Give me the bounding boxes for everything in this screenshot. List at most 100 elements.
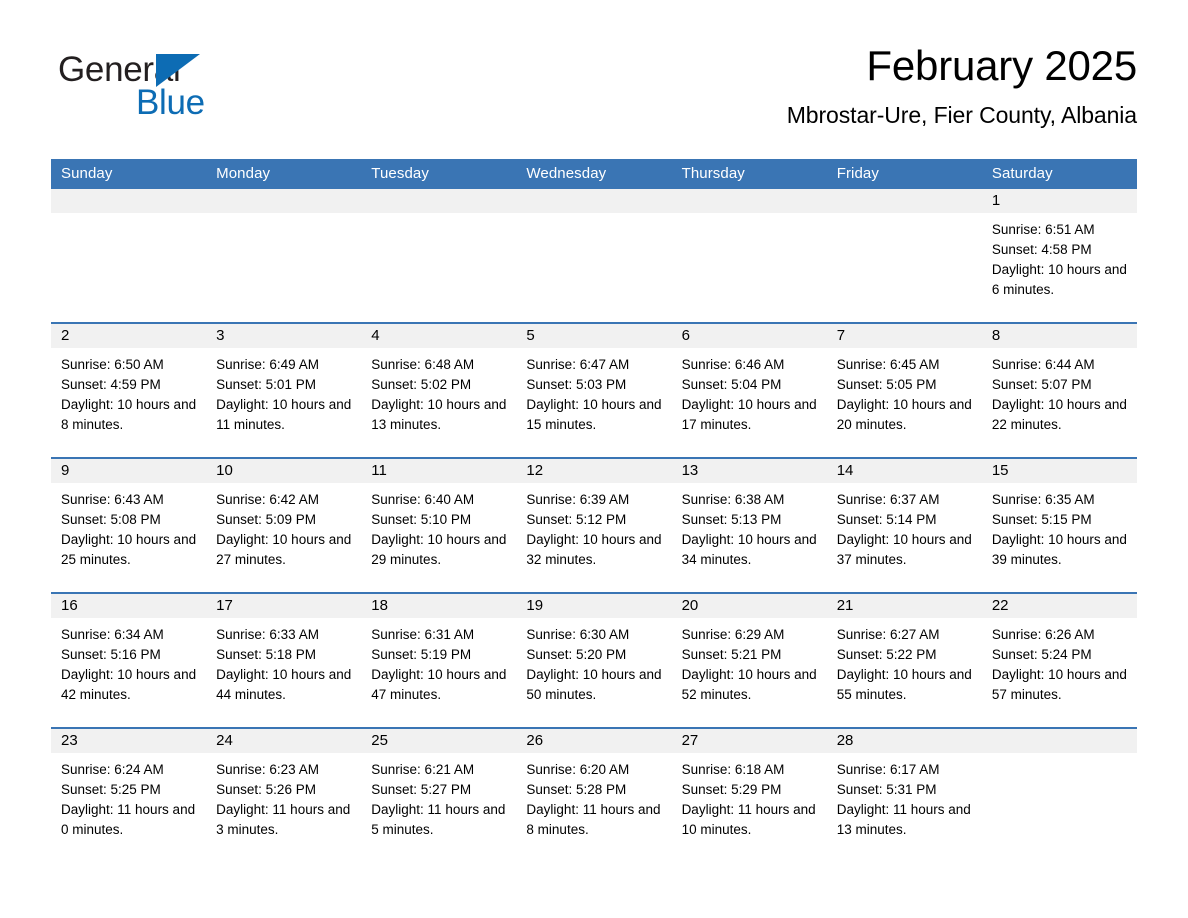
calendar-day-cell[interactable]: 10 Sunrise: 6:42 AM Sunset: 5:09 PM Dayligh…	[206, 457, 362, 593]
daylight-text: Daylight: 10 hours and 39 minutes.	[991, 532, 1127, 567]
day-number: 3	[206, 324, 362, 348]
daylight-text: Daylight: 10 hours and 44 minutes.	[216, 667, 352, 702]
sunset-text: Sunset: 5:19 PM	[371, 647, 472, 662]
day-details: Sunrise: 6:38 AM Sunset: 5:13 PM Daylight:…	[672, 483, 827, 570]
weekday-header-friday: Friday	[826, 159, 982, 189]
sunset-text: Sunset: 5:01 PM	[216, 377, 316, 392]
daylight-text: Daylight: 10 hours and 57 minutes.	[991, 667, 1127, 702]
sunrise-text: Sunrise: 6:31 AM	[371, 627, 475, 642]
calendar-day-cell[interactable]: 14 Sunrise: 6:37 AM Sunset: 5:14 PM Dayligh…	[826, 457, 982, 593]
calendar-empty-cell	[516, 189, 672, 323]
calendar-day-cell[interactable]: 3 Sunrise: 6:49 AM Sunset: 5:01 PM Daylight…	[206, 322, 362, 458]
day-number: 25	[361, 729, 517, 753]
title-block: February 2025 Mbrostar-Ure, Fier County,…	[787, 40, 1137, 129]
sunrise-text: Sunrise: 6:40 AM	[371, 492, 475, 507]
daylight-text: Daylight: 11 hours and 13 minutes.	[836, 802, 971, 837]
day-number: 11	[361, 459, 517, 483]
calendar-empty-cell	[361, 189, 517, 323]
calendar-day-cell[interactable]: 8 Sunrise: 6:44 AM Sunset: 5:07 PM Daylight…	[981, 322, 1137, 458]
day-number: 14	[826, 459, 982, 483]
calendar-day-cell[interactable]: 7 Sunrise: 6:45 AM Sunset: 5:05 PM Daylight…	[826, 322, 982, 458]
weekday-header-saturday: Saturday	[981, 159, 1137, 189]
calendar-week-row: 23 Sunrise: 6:24 AM Sunset: 5:25 PM Dayligh…	[51, 727, 1137, 862]
day-number: 8	[981, 324, 1137, 348]
calendar-day-cell[interactable]: 27 Sunrise: 6:18 AM Sunset: 5:29 PM Dayligh…	[671, 727, 827, 862]
sunrise-text: Sunrise: 6:17 AM	[836, 762, 940, 777]
sunrise-text: Sunrise: 6:45 AM	[836, 357, 940, 372]
calendar-day-cell[interactable]: 26 Sunrise: 6:20 AM Sunset: 5:28 PM Dayligh…	[516, 727, 672, 862]
calendar-day-cell[interactable]: 18 Sunrise: 6:31 AM Sunset: 5:19 PM Dayligh…	[361, 592, 517, 728]
calendar-day-cell[interactable]: 24 Sunrise: 6:23 AM Sunset: 5:26 PM Dayligh…	[206, 727, 362, 862]
day-number: 2	[51, 324, 207, 348]
calendar-day-cell[interactable]: 1 Sunrise: 6:51 AM Sunset: 4:58 PM Daylight…	[981, 189, 1137, 323]
daylight-text: Daylight: 10 hours and 22 minutes.	[991, 397, 1127, 432]
day-details: Sunrise: 6:35 AM Sunset: 5:15 PM Daylight:…	[982, 483, 1137, 570]
calendar-day-cell[interactable]: 9 Sunrise: 6:43 AM Sunset: 5:08 PM Daylight…	[51, 457, 207, 593]
sunrise-text: Sunrise: 6:21 AM	[371, 762, 475, 777]
sunrise-text: Sunrise: 6:20 AM	[526, 762, 630, 777]
calendar-empty-cell	[671, 189, 827, 323]
sunrise-text: Sunrise: 6:51 AM	[991, 222, 1095, 237]
calendar-week-row: 2 Sunrise: 6:50 AM Sunset: 4:59 PM Daylight…	[51, 322, 1137, 458]
calendar-day-cell[interactable]: 12 Sunrise: 6:39 AM Sunset: 5:12 PM Dayligh…	[516, 457, 672, 593]
sunset-text: Sunset: 4:59 PM	[61, 377, 161, 392]
calendar-day-cell[interactable]: 6 Sunrise: 6:46 AM Sunset: 5:04 PM Daylight…	[671, 322, 827, 458]
day-number: 19	[516, 594, 672, 618]
day-details: Sunrise: 6:49 AM Sunset: 5:01 PM Daylight:…	[206, 348, 361, 435]
sunset-text: Sunset: 5:13 PM	[681, 512, 782, 527]
calendar-day-cell[interactable]: 2 Sunrise: 6:50 AM Sunset: 4:59 PM Daylight…	[51, 322, 207, 458]
calendar-day-cell[interactable]: 15 Sunrise: 6:35 AM Sunset: 5:15 PM Dayligh…	[981, 457, 1137, 593]
sunrise-text: Sunrise: 6:43 AM	[61, 492, 164, 507]
weekday-header-tuesday: Tuesday	[361, 159, 517, 189]
sunset-text: Sunset: 5:25 PM	[61, 782, 161, 797]
daylight-text: Daylight: 10 hours and 47 minutes.	[371, 667, 507, 702]
daylight-text: Daylight: 11 hours and 3 minutes.	[216, 802, 351, 837]
day-number: 22	[981, 594, 1137, 618]
day-details: Sunrise: 6:40 AM Sunset: 5:10 PM Daylight:…	[361, 483, 516, 570]
calendar-day-cell[interactable]: 13 Sunrise: 6:38 AM Sunset: 5:13 PM Dayligh…	[671, 457, 827, 593]
page-header: General Blue February 2025 Mbrostar-Ure,…	[51, 40, 1137, 148]
sunset-text: Sunset: 5:12 PM	[526, 512, 627, 527]
calendar-day-cell[interactable]: 28 Sunrise: 6:17 AM Sunset: 5:31 PM Dayligh…	[826, 727, 982, 862]
daylight-text: Daylight: 10 hours and 25 minutes.	[61, 532, 197, 567]
calendar-header-row: Sunday Monday Tuesday Wednesday Thursday…	[51, 159, 1137, 189]
day-details: Sunrise: 6:27 AM Sunset: 5:22 PM Daylight:…	[827, 618, 982, 705]
day-number: 7	[826, 324, 982, 348]
sunrise-text: Sunrise: 6:48 AM	[371, 357, 475, 372]
calendar-day-cell[interactable]: 22 Sunrise: 6:26 AM Sunset: 5:24 PM Dayligh…	[981, 592, 1137, 728]
calendar-day-cell[interactable]: 20 Sunrise: 6:29 AM Sunset: 5:21 PM Dayligh…	[671, 592, 827, 728]
day-number: 23	[51, 729, 207, 753]
calendar-day-cell[interactable]: 19 Sunrise: 6:30 AM Sunset: 5:20 PM Dayligh…	[516, 592, 672, 728]
day-number	[981, 729, 1137, 753]
sunset-text: Sunset: 5:20 PM	[526, 647, 627, 662]
daylight-text: Daylight: 10 hours and 13 minutes.	[371, 397, 507, 432]
day-details: Sunrise: 6:23 AM Sunset: 5:26 PM Daylight:…	[206, 753, 361, 840]
brand-logo: General Blue	[58, 50, 358, 130]
daylight-text: Daylight: 10 hours and 55 minutes.	[836, 667, 972, 702]
sunrise-text: Sunrise: 6:49 AM	[216, 357, 319, 372]
sunrise-text: Sunrise: 6:35 AM	[991, 492, 1095, 507]
calendar-day-cell[interactable]: 4 Sunrise: 6:48 AM Sunset: 5:02 PM Daylight…	[361, 322, 517, 458]
daylight-text: Daylight: 11 hours and 0 minutes.	[61, 802, 196, 837]
day-details: Sunrise: 6:31 AM Sunset: 5:19 PM Daylight:…	[361, 618, 516, 705]
calendar-day-cell[interactable]: 21 Sunrise: 6:27 AM Sunset: 5:22 PM Dayligh…	[826, 592, 982, 728]
sunrise-text: Sunrise: 6:44 AM	[991, 357, 1095, 372]
weekday-header-thursday: Thursday	[671, 159, 827, 189]
sunrise-text: Sunrise: 6:26 AM	[991, 627, 1095, 642]
calendar-day-cell[interactable]: 17 Sunrise: 6:33 AM Sunset: 5:18 PM Dayligh…	[206, 592, 362, 728]
sunrise-text: Sunrise: 6:37 AM	[836, 492, 940, 507]
calendar-empty-cell	[206, 189, 362, 323]
calendar-day-cell[interactable]: 5 Sunrise: 6:47 AM Sunset: 5:03 PM Daylight…	[516, 322, 672, 458]
calendar-day-cell[interactable]: 23 Sunrise: 6:24 AM Sunset: 5:25 PM Dayligh…	[51, 727, 207, 862]
day-details: Sunrise: 6:39 AM Sunset: 5:12 PM Daylight:…	[516, 483, 671, 570]
calendar-day-cell[interactable]: 11 Sunrise: 6:40 AM Sunset: 5:10 PM Dayligh…	[361, 457, 517, 593]
daylight-text: Daylight: 10 hours and 34 minutes.	[681, 532, 817, 567]
daylight-text: Daylight: 10 hours and 17 minutes.	[681, 397, 817, 432]
day-number: 15	[981, 459, 1137, 483]
sunset-text: Sunset: 5:08 PM	[61, 512, 161, 527]
calendar-day-cell[interactable]: 25 Sunrise: 6:21 AM Sunset: 5:27 PM Dayligh…	[361, 727, 517, 862]
calendar-day-cell[interactable]: 16 Sunrise: 6:34 AM Sunset: 5:16 PM Dayligh…	[51, 592, 207, 728]
day-number: 12	[516, 459, 672, 483]
sunset-text: Sunset: 5:22 PM	[836, 647, 937, 662]
sunrise-text: Sunrise: 6:18 AM	[681, 762, 785, 777]
